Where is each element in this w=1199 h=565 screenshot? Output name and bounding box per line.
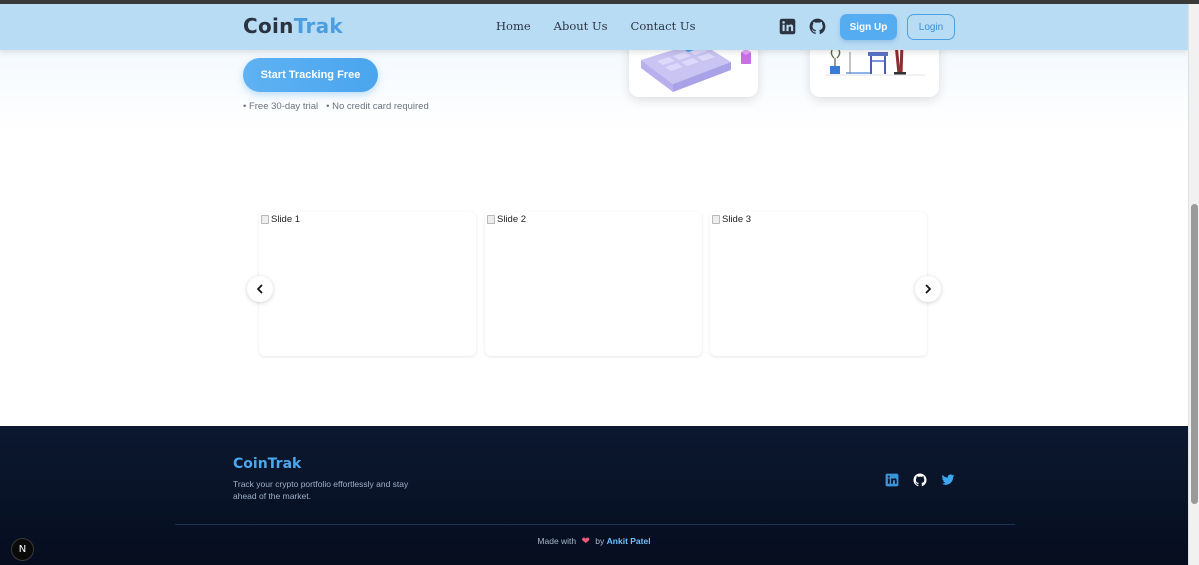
slide-2-image: Slide 2 bbox=[487, 214, 526, 225]
logo-part-coin: Coin bbox=[243, 14, 294, 38]
slide-1-image: Slide 1 bbox=[261, 214, 300, 225]
footer-tagline: Track your crypto portfolio effortlessly… bbox=[233, 479, 409, 501]
slide-3-image: Slide 3 bbox=[712, 214, 751, 225]
nextjs-dev-badge[interactable]: N bbox=[11, 538, 34, 561]
nav-link-home[interactable]: Home bbox=[496, 19, 531, 33]
github-icon[interactable] bbox=[809, 18, 826, 35]
footer: CoinTrak Track your crypto portfolio eff… bbox=[0, 426, 1188, 565]
footer-credit: Made with ❤ by Ankit Patel bbox=[0, 536, 1188, 547]
login-button[interactable]: Login bbox=[907, 14, 955, 40]
linkedin-icon[interactable] bbox=[779, 18, 796, 35]
credit-by: by bbox=[595, 536, 605, 546]
carousel-slide-3[interactable]: Slide 3 bbox=[710, 212, 927, 356]
heart-icon: ❤ bbox=[581, 536, 590, 547]
nav-logo[interactable]: CoinTrak bbox=[243, 14, 343, 38]
slide-2-alt-text: Slide 2 bbox=[497, 214, 527, 225]
nav-link-contact[interactable]: Contact Us bbox=[631, 19, 696, 33]
chevron-right-icon bbox=[925, 284, 931, 294]
start-tracking-button[interactable]: Start Tracking Free bbox=[243, 58, 378, 92]
carousel-next-button[interactable] bbox=[915, 276, 941, 302]
footer-divider bbox=[175, 524, 1015, 525]
slide-1-alt-text: Slide 1 bbox=[271, 214, 301, 225]
broken-image-icon bbox=[712, 215, 720, 224]
page: CoinTrak Home About Us Contact Us Sign U… bbox=[0, 4, 1188, 565]
broken-image-icon bbox=[487, 215, 495, 224]
nav-links: Home About Us Contact Us bbox=[496, 19, 695, 33]
carousel-prev-button[interactable] bbox=[247, 276, 273, 302]
chevron-left-icon bbox=[257, 284, 263, 294]
carousel-slide-2[interactable]: Slide 2 bbox=[485, 212, 702, 356]
logo-part-trak: Trak bbox=[293, 14, 344, 38]
credit-prefix: Made with bbox=[537, 536, 577, 546]
github-icon[interactable] bbox=[913, 473, 927, 487]
nav-link-about[interactable]: About Us bbox=[554, 19, 608, 33]
twitter-icon[interactable] bbox=[941, 473, 955, 487]
sign-up-button[interactable]: Sign Up bbox=[840, 14, 897, 40]
linkedin-icon[interactable] bbox=[885, 473, 899, 487]
scrollbar-thumb[interactable] bbox=[1191, 204, 1198, 504]
hero-perks: • Free 30-day trial • No credit card req… bbox=[243, 101, 429, 112]
navbar: CoinTrak Home About Us Contact Us Sign U… bbox=[0, 4, 1188, 50]
carousel-slide-1[interactable]: Slide 1 bbox=[259, 212, 476, 356]
footer-logo: CoinTrak bbox=[233, 456, 302, 472]
slide-3-alt-text: Slide 3 bbox=[722, 214, 752, 225]
broken-image-icon bbox=[261, 215, 269, 224]
perk-trial: • Free 30-day trial bbox=[243, 101, 319, 112]
author-link[interactable]: Ankit Patel bbox=[607, 536, 651, 546]
perk-no-card: • No credit card required bbox=[326, 101, 429, 112]
page-scrollbar[interactable] bbox=[1188, 4, 1199, 565]
